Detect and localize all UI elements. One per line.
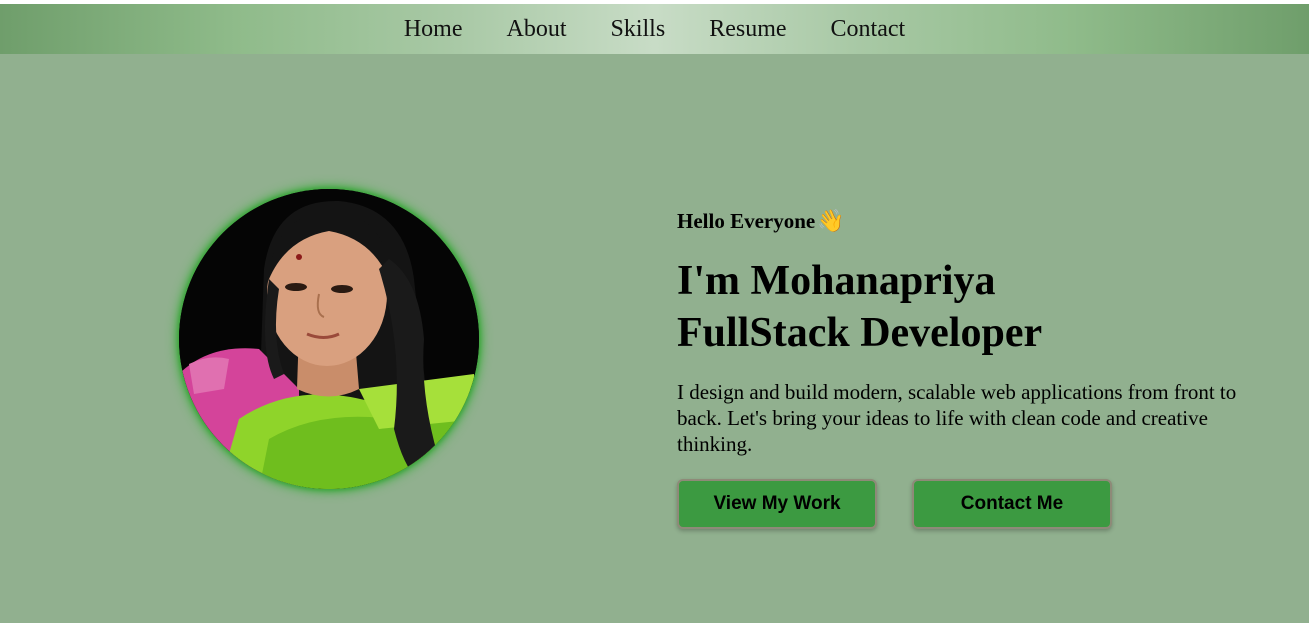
hero-description: I design and build modern, scalable web …: [677, 380, 1237, 456]
nav-link-about[interactable]: About: [506, 16, 566, 43]
page: Home About Skills Resume Contact Hello E…: [0, 4, 1309, 623]
hero-buttons: View My Work Contact Me: [677, 479, 1257, 529]
profile-photo-illustration: [179, 189, 479, 489]
headline: I'm Mohanapriya FullStack Developer: [677, 255, 1257, 359]
hero-section: Hello Everyone 👋 I'm Mohanapriya FullStac…: [677, 207, 1257, 529]
headline-role: FullStack Developer: [677, 310, 1043, 356]
navbar: Home About Skills Resume Contact: [0, 4, 1309, 54]
profile-photo: [179, 189, 479, 489]
view-my-work-button[interactable]: View My Work: [677, 479, 877, 529]
nav-link-contact[interactable]: Contact: [831, 16, 906, 43]
headline-name: I'm Mohanapriya: [677, 258, 996, 304]
greeting: Hello Everyone 👋: [677, 207, 1257, 235]
contact-me-button[interactable]: Contact Me: [912, 479, 1112, 529]
waving-hand-icon: 👋: [817, 208, 845, 233]
nav-link-home[interactable]: Home: [404, 16, 463, 43]
nav-link-resume[interactable]: Resume: [709, 16, 786, 43]
greeting-text: Hello Everyone: [677, 208, 816, 233]
nav-link-skills[interactable]: Skills: [610, 16, 665, 43]
